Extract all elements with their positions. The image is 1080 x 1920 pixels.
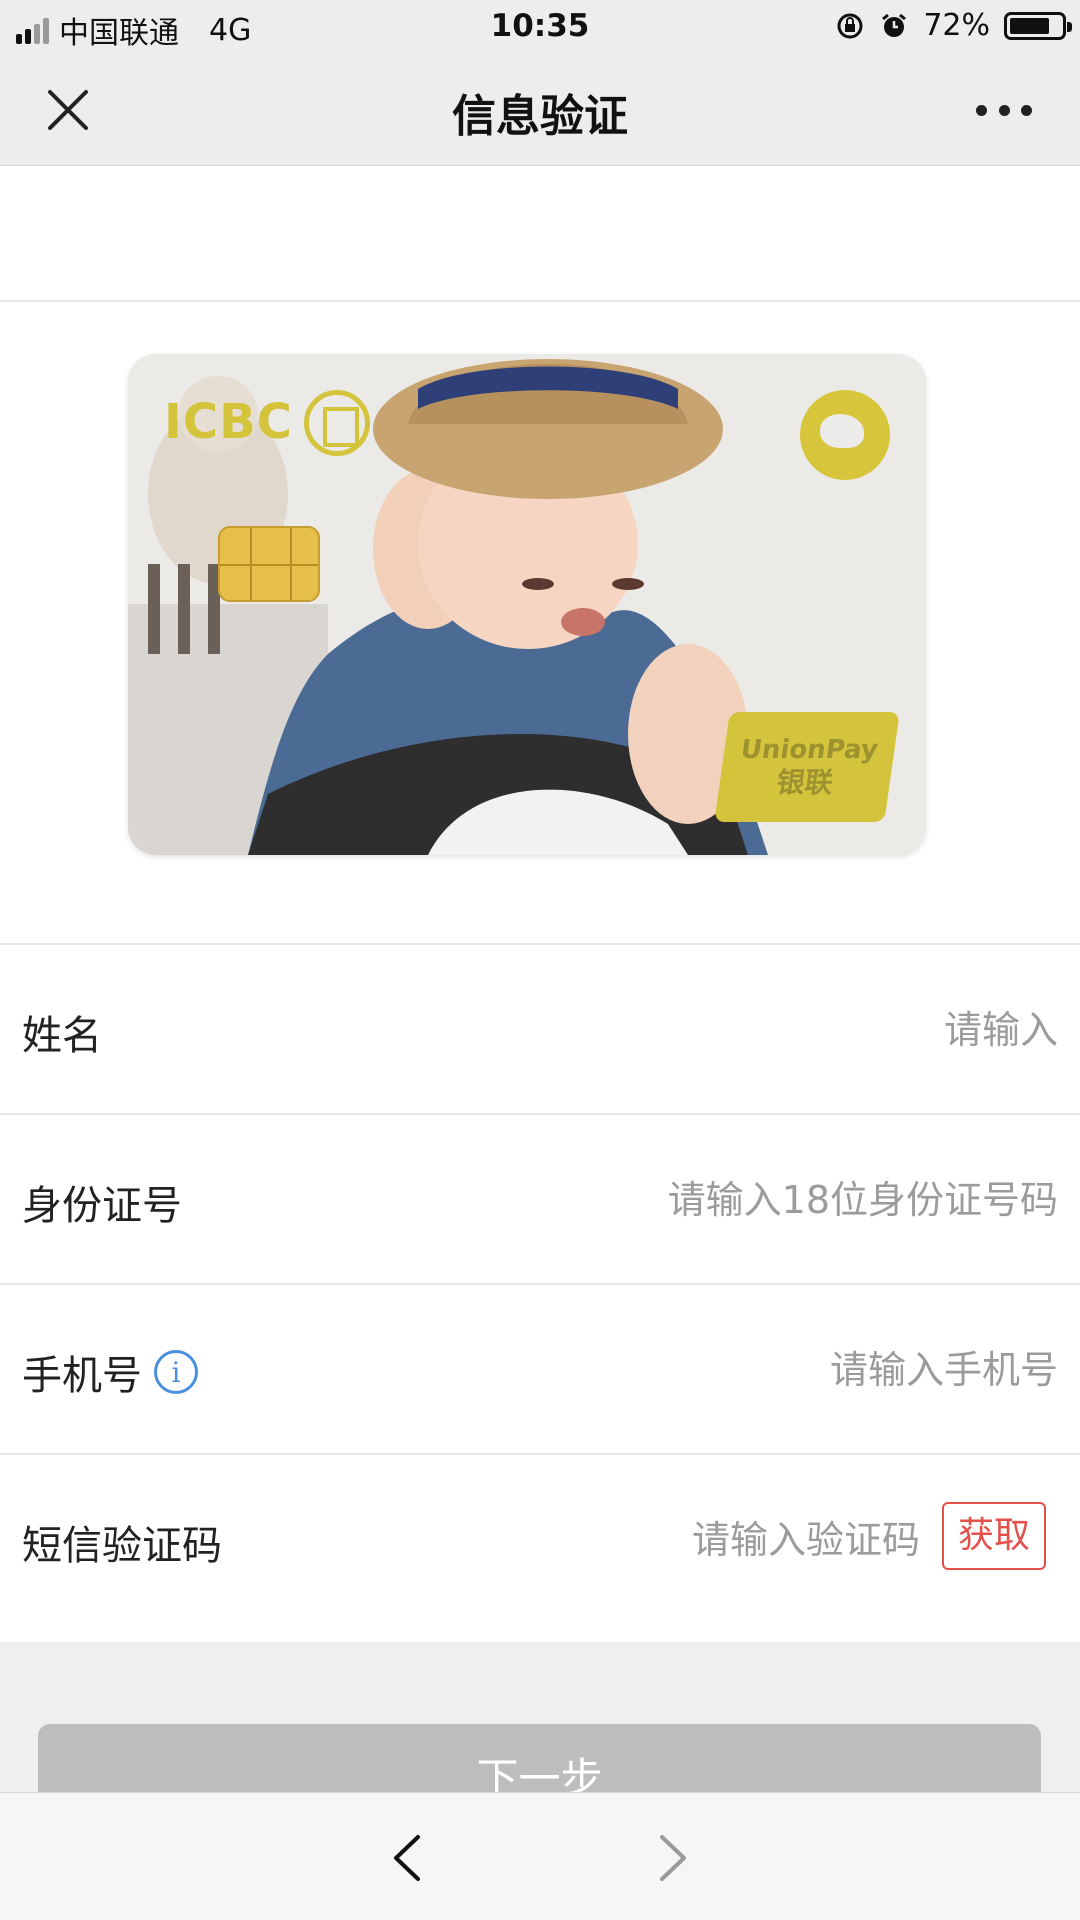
chevron-right-icon[interactable] — [652, 1833, 692, 1883]
unionpay-logo: UnionPay 银联 — [714, 712, 900, 822]
chevron-left-icon[interactable] — [388, 1833, 428, 1883]
icbc-logo-text: ICBC — [164, 394, 293, 450]
name-label: 姓名 — [22, 1003, 102, 1061]
screen: 中国联通 4G 10:35 72% 信息验证 ICBC UnionPay 银联 … — [0, 0, 1080, 1920]
icbc-seal-icon — [304, 390, 370, 456]
browser-toolbar — [0, 1792, 1080, 1920]
get-code-button[interactable]: 获取 — [942, 1502, 1046, 1570]
status-right: 72% — [835, 8, 1072, 43]
nav-header: 信息验证 — [0, 54, 1080, 166]
id-number-input[interactable] — [298, 1163, 1058, 1237]
blank-section — [0, 166, 1080, 302]
battery-percent: 72% — [923, 8, 990, 43]
name-input[interactable] — [458, 993, 1058, 1067]
bank-card-image: ICBC UnionPay 银联 — [128, 354, 926, 855]
info-icon[interactable]: i — [154, 1350, 198, 1394]
more-dots-icon[interactable] — [976, 98, 1032, 122]
unionpay-text: UnionPay — [738, 735, 880, 765]
phone-label-text: 手机号 — [22, 1353, 142, 1399]
sms-code-label-text: 短信验证码 — [22, 1523, 222, 1569]
name-row: 姓名 — [0, 945, 1080, 1115]
sms-code-label: 短信验证码 — [22, 1513, 222, 1571]
card-section: ICBC UnionPay 银联 — [0, 302, 1080, 945]
alarm-icon — [882, 13, 907, 37]
phone-row: 手机号 i — [0, 1285, 1080, 1455]
pig-logo-icon — [800, 390, 890, 480]
rotation-lock-icon — [837, 13, 863, 38]
phone-input[interactable] — [458, 1333, 1058, 1407]
sms-code-row: 短信验证码 获取 — [0, 1455, 1080, 1642]
name-label-text: 姓名 — [22, 1013, 102, 1059]
phone-label: 手机号 i — [22, 1343, 198, 1401]
battery-icon — [1004, 11, 1072, 40]
page-title: 信息验证 — [452, 91, 628, 142]
sms-code-input[interactable] — [460, 1503, 920, 1577]
id-number-row: 身份证号 — [0, 1115, 1080, 1285]
id-number-label: 身份证号 — [22, 1173, 182, 1231]
chip-icon — [218, 526, 320, 602]
unionpay-cn-text: 银联 — [774, 766, 836, 799]
id-number-label-text: 身份证号 — [22, 1183, 182, 1229]
status-bar: 中国联通 4G 10:35 72% — [0, 0, 1080, 54]
